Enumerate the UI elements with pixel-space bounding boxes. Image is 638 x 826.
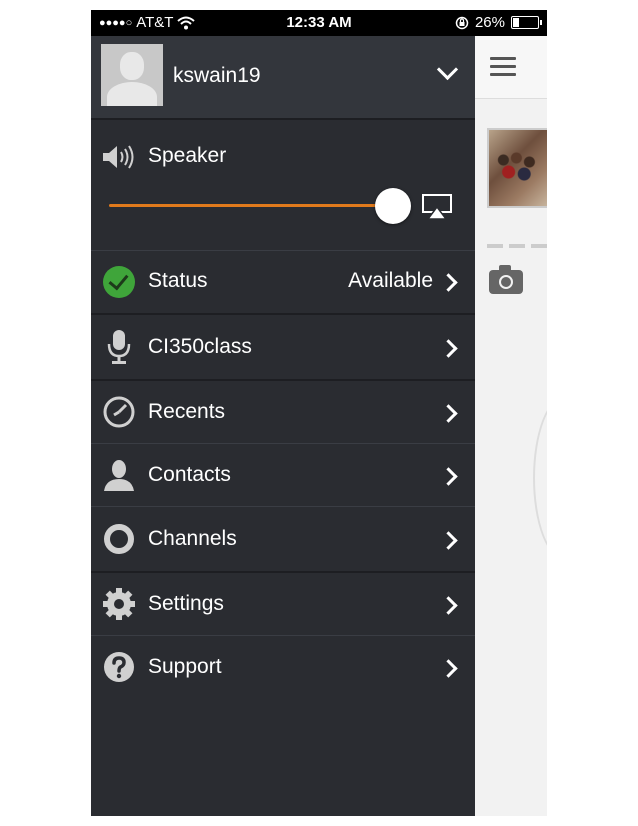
status-value: Available — [348, 269, 433, 292]
side-menu: kswain19 Speaker Status Available CI350c… — [91, 36, 475, 816]
channels-label: Channels — [148, 527, 237, 550]
chevron-right-icon — [439, 596, 458, 615]
ring-icon — [101, 521, 137, 557]
chevron-right-icon — [439, 339, 458, 358]
menu-item-recents[interactable]: Recents — [91, 381, 475, 444]
microphone-icon — [101, 329, 137, 365]
chevron-right-icon — [439, 531, 458, 550]
chevron-right-icon — [439, 467, 458, 486]
user-account-row[interactable]: kswain19 — [91, 36, 475, 120]
status-bar: ●●●●○ AT&T 12:33 AM 26% — [91, 10, 547, 36]
battery-info: 26% — [455, 14, 542, 31]
check-circle-icon — [101, 264, 137, 300]
question-icon — [101, 649, 137, 685]
menu-item-status[interactable]: Status Available — [91, 251, 475, 315]
chevron-right-icon — [439, 659, 458, 678]
menu-item-contacts[interactable]: Contacts — [91, 444, 475, 507]
clock-icon — [101, 394, 137, 430]
camera-icon[interactable] — [489, 265, 523, 294]
person-icon — [101, 457, 137, 493]
speaker-icon — [103, 145, 134, 169]
contacts-label: Contacts — [148, 463, 231, 486]
main-content-peek[interactable] — [475, 36, 547, 816]
main-top-bar — [475, 36, 547, 99]
status-available-indicator — [103, 266, 135, 298]
speaker-section: Speaker — [91, 120, 475, 251]
volume-slider-knob[interactable] — [375, 188, 411, 224]
channel-label: CI350class — [148, 335, 252, 358]
battery-icon — [511, 16, 542, 29]
airplay-icon[interactable] — [422, 194, 452, 220]
chevron-right-icon — [439, 404, 458, 423]
menu-item-channels[interactable]: Channels — [91, 507, 475, 573]
menu-item-channel[interactable]: CI350class — [91, 315, 475, 381]
chevron-down-icon[interactable] — [436, 58, 459, 81]
divider — [487, 244, 547, 248]
recents-label: Recents — [148, 400, 226, 423]
hamburger-menu-icon[interactable] — [490, 57, 516, 81]
support-label: Support — [148, 655, 222, 678]
avatar — [101, 44, 163, 106]
gear-icon — [101, 586, 137, 622]
chevron-right-icon — [439, 273, 458, 292]
volume-slider-track[interactable] — [109, 204, 389, 207]
group-photo-thumbnail[interactable] — [487, 128, 547, 208]
settings-label: Settings — [148, 592, 224, 615]
talk-button-edge[interactable] — [533, 396, 547, 560]
status-label: Status — [148, 269, 208, 292]
rotation-lock-icon — [455, 16, 469, 29]
username: kswain19 — [173, 64, 261, 87]
menu-item-settings[interactable]: Settings — [91, 573, 475, 636]
speaker-label: Speaker — [148, 144, 227, 167]
menu-item-support[interactable]: Support — [91, 636, 475, 698]
battery-fill — [513, 18, 519, 27]
battery-percent: 26% — [474, 14, 505, 31]
phone-screen: ●●●●○ AT&T 12:33 AM 26% kswain19 Speaker… — [91, 10, 547, 816]
